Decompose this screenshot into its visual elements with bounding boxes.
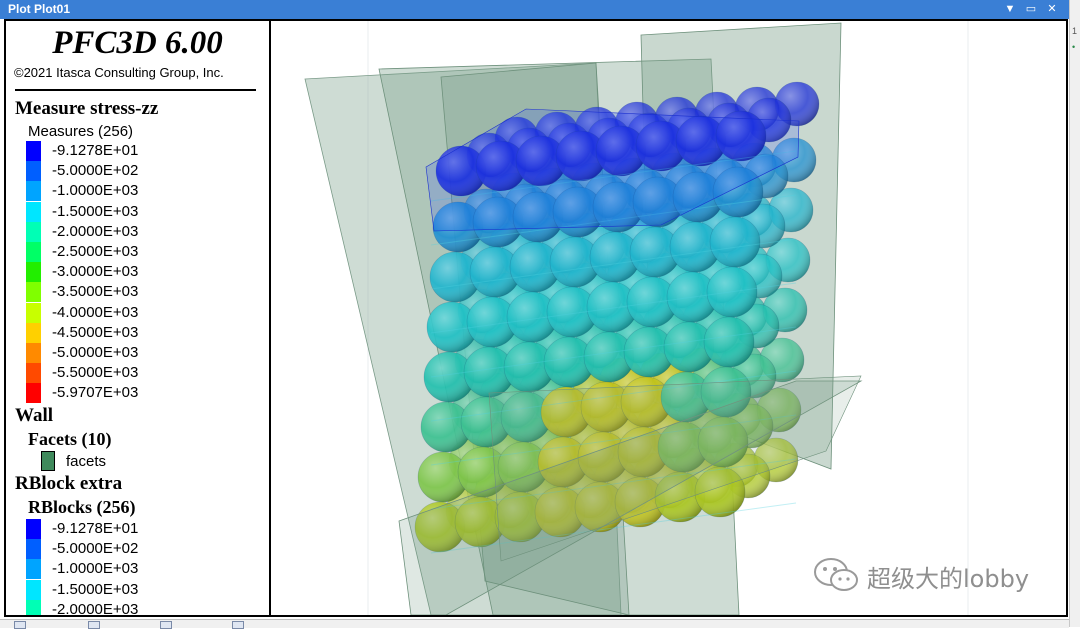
window-menu-button[interactable]: ▼ <box>1001 1 1019 17</box>
sphere-shading <box>710 217 760 267</box>
color-swatch <box>26 579 41 600</box>
legend-value: -1.0000E+03 <box>52 560 139 578</box>
app-name: PFC3D 6.00 <box>52 25 223 61</box>
window-title: Plot Plot01 <box>8 2 71 16</box>
legend-value: -5.5000E+03 <box>52 364 139 382</box>
legend-value: -3.5000E+03 <box>52 283 139 301</box>
rblocks-subheader: RBlocks (256) <box>28 497 136 517</box>
color-swatch <box>26 201 41 222</box>
window-restore-button[interactable]: ▭ <box>1022 1 1040 17</box>
side-panel-glyph: 1 <box>1072 26 1078 36</box>
legend-value: -9.1278E+01 <box>52 142 139 159</box>
color-swatch <box>26 282 41 303</box>
legend-value: -1.5000E+03 <box>52 202 139 220</box>
bottom-tab[interactable] <box>232 621 244 629</box>
legend-value: -1.5000E+03 <box>52 580 139 598</box>
legend-value: -5.0000E+02 <box>52 540 139 558</box>
measure-header: Measure stress-zz <box>15 98 159 119</box>
legend-value: -4.0000E+03 <box>52 303 139 321</box>
measure-subheader: Measures (256) <box>28 123 134 140</box>
legend-panel: PFC3D 6.00 ©2021 Itasca Consulting Group… <box>6 21 271 615</box>
legend-value: -2.0000E+03 <box>52 222 139 240</box>
legend-value: -2.0000E+03 <box>52 600 139 615</box>
color-swatch <box>26 322 41 343</box>
legend-value: -3.0000E+03 <box>52 263 139 281</box>
color-swatch <box>26 539 41 560</box>
color-swatch <box>26 343 41 363</box>
color-swatch <box>26 141 41 161</box>
side-panel-glyph-2: • <box>1072 42 1076 52</box>
plot-3d-scene[interactable] <box>271 21 1066 615</box>
bottom-tab[interactable] <box>160 621 172 629</box>
color-swatch <box>26 242 41 262</box>
wall-header: Wall <box>15 405 54 426</box>
bottom-tab[interactable] <box>88 621 100 629</box>
color-swatch <box>26 262 41 283</box>
side-panel-edge: 1 • <box>1069 0 1080 627</box>
legend-value: -4.5000E+03 <box>52 323 139 341</box>
legend-value: -5.0000E+03 <box>52 344 139 361</box>
copyright-text: ©2021 Itasca Consulting Group, Inc. <box>14 65 224 80</box>
legend-divider <box>15 89 256 91</box>
color-swatch <box>26 181 41 202</box>
wechat-icon <box>814 558 858 591</box>
color-swatch <box>26 599 41 615</box>
window-titlebar: Plot Plot01 ▼ ▭ ✕ <box>0 0 1069 19</box>
legend-value: -5.0000E+02 <box>52 162 139 180</box>
color-swatch <box>26 302 41 323</box>
legend-value: -1.0000E+03 <box>52 182 139 200</box>
window-close-button[interactable]: ✕ <box>1043 1 1061 17</box>
color-swatch <box>26 221 41 242</box>
sphere-shading <box>704 317 754 367</box>
color-swatch <box>26 383 41 404</box>
facets-label: facets <box>66 453 107 470</box>
legend-value: -9.1278E+01 <box>52 520 139 537</box>
watermark-text: 超级大的lobby <box>867 565 1030 593</box>
facets-subheader: Facets (10) <box>28 429 112 449</box>
facets-swatch <box>41 451 55 471</box>
bottom-tab[interactable] <box>14 621 26 629</box>
color-swatch <box>26 519 41 539</box>
color-swatch <box>26 363 41 384</box>
color-swatch <box>26 161 41 182</box>
color-swatch <box>26 559 41 580</box>
legend-value: -5.9707E+03 <box>52 384 139 402</box>
plot-viewport[interactable]: 超级大的lobby <box>271 21 1066 615</box>
rblock-header: RBlock extra <box>15 473 123 494</box>
legend-value: -2.5000E+03 <box>52 243 139 260</box>
